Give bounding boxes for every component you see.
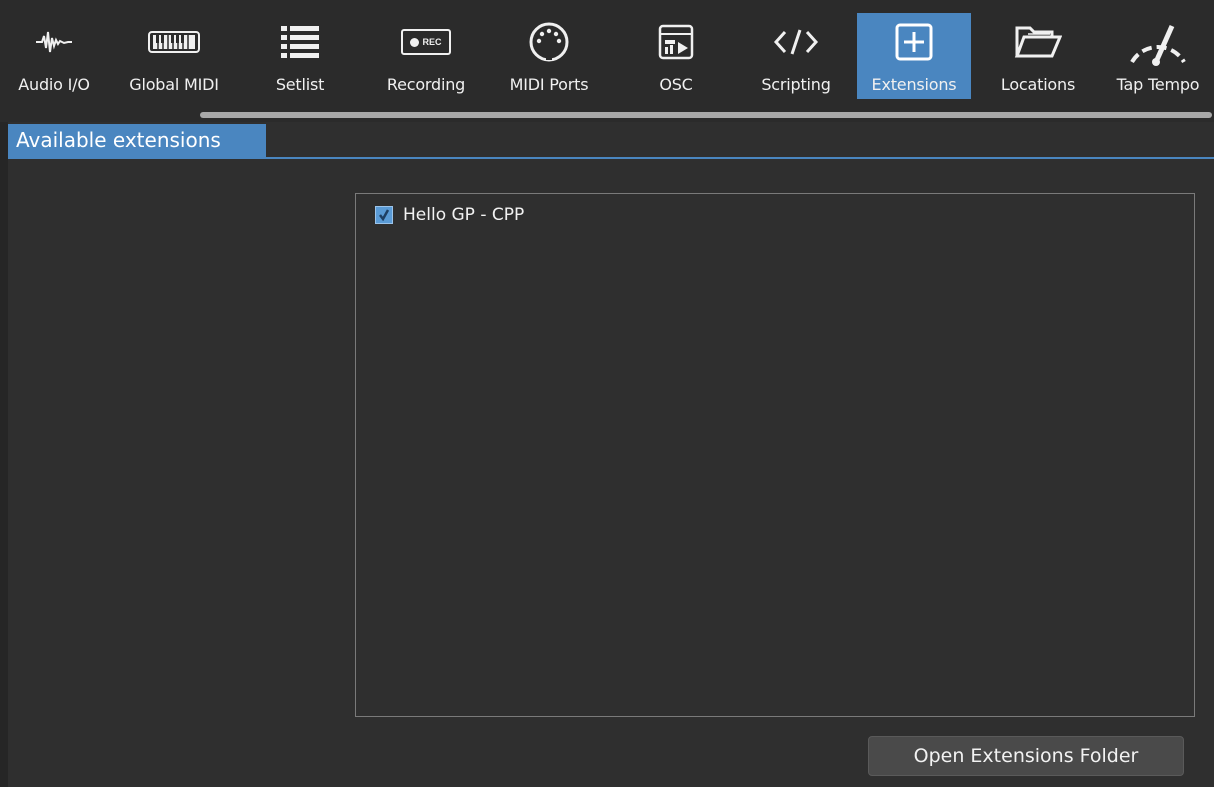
rec-badge-text: REC (422, 37, 442, 47)
extension-name: Hello GP - CPP (403, 205, 525, 225)
tab-bar: Available extensions (8, 122, 1214, 159)
extensions-panel: Available extensions Hello GP - CPP Open… (8, 122, 1214, 787)
gauge-icon (1102, 17, 1214, 67)
keyboard-icon (116, 17, 232, 67)
waveform-icon (0, 17, 108, 67)
toolbar-label: OSC (659, 75, 693, 94)
left-edge (0, 122, 8, 787)
toolbar-item-setlist[interactable]: Setlist (262, 13, 338, 99)
toolbar-label: Audio I/O (18, 75, 90, 94)
list-item[interactable]: Hello GP - CPP (375, 204, 524, 226)
rec-icon: REC (372, 17, 480, 67)
toolbar-scrollbar[interactable] (0, 110, 1214, 122)
tab-available-extensions[interactable]: Available extensions (8, 124, 266, 157)
toolbar-item-extensions[interactable]: Extensions (857, 13, 971, 99)
toolbar-item-global-midi[interactable]: Global MIDI (116, 13, 232, 99)
code-icon (746, 17, 846, 67)
toolbar-label: Extensions (871, 75, 957, 94)
toolbar-label: MIDI Ports (509, 75, 589, 94)
toolbar-label: Tap Tempo (1116, 75, 1200, 94)
list-icon (262, 17, 338, 67)
toolbar-item-locations[interactable]: Locations (986, 13, 1090, 99)
toolbar-item-scripting[interactable]: Scripting (746, 13, 846, 99)
extension-enabled-checkbox[interactable] (375, 206, 393, 224)
folder-icon (986, 17, 1090, 67)
plus-box-icon (857, 17, 971, 67)
open-extensions-folder-button[interactable]: Open Extensions Folder (868, 736, 1184, 776)
check-icon (379, 209, 390, 221)
app-window: Audio I/O Global MIDI Setlist REC Record… (0, 0, 1214, 787)
toolbar-label: Global MIDI (129, 75, 219, 94)
extensions-list[interactable]: Hello GP - CPP (355, 193, 1195, 717)
toolbar: Audio I/O Global MIDI Setlist REC Record… (0, 0, 1214, 122)
toolbar-label: Setlist (275, 75, 325, 94)
toolbar-label: Locations (1000, 75, 1076, 94)
toolbar-item-osc[interactable]: OSC (638, 13, 714, 99)
toolbar-label: Scripting (761, 75, 831, 94)
osc-icon (638, 17, 714, 67)
toolbar-item-audio-io[interactable]: Audio I/O (0, 13, 108, 99)
toolbar-item-midi-ports[interactable]: MIDI Ports (492, 13, 606, 99)
toolbar-item-recording[interactable]: REC Recording (372, 13, 480, 99)
toolbar-label: Recording (386, 75, 466, 94)
toolbar-item-tap-tempo[interactable]: Tap Tempo (1102, 13, 1214, 99)
toolbar-scrollbar-thumb[interactable] (200, 112, 1212, 118)
midi-port-icon (492, 17, 606, 67)
